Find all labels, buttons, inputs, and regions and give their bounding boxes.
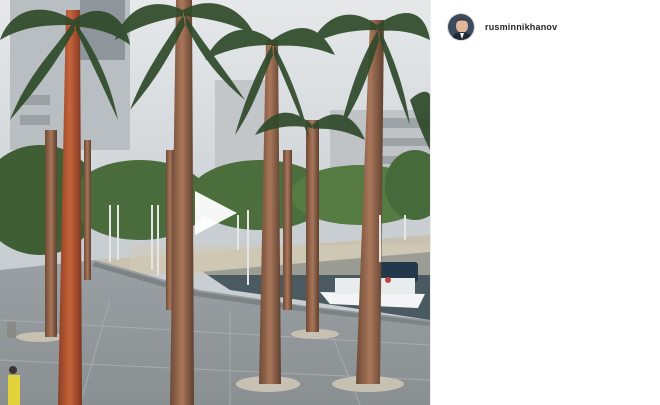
username-link[interactable]: rusminnikhanov [485, 22, 557, 32]
user-avatar[interactable] [447, 13, 475, 41]
play-icon [195, 191, 237, 235]
post-header: rusminnikhanov [447, 13, 557, 41]
avatar-image [448, 14, 474, 40]
post-sidebar: rusminnikhanov [430, 0, 660, 405]
instagram-post: rusminnikhanov [0, 0, 660, 405]
post-video[interactable] [0, 0, 430, 405]
play-button[interactable] [193, 189, 239, 237]
